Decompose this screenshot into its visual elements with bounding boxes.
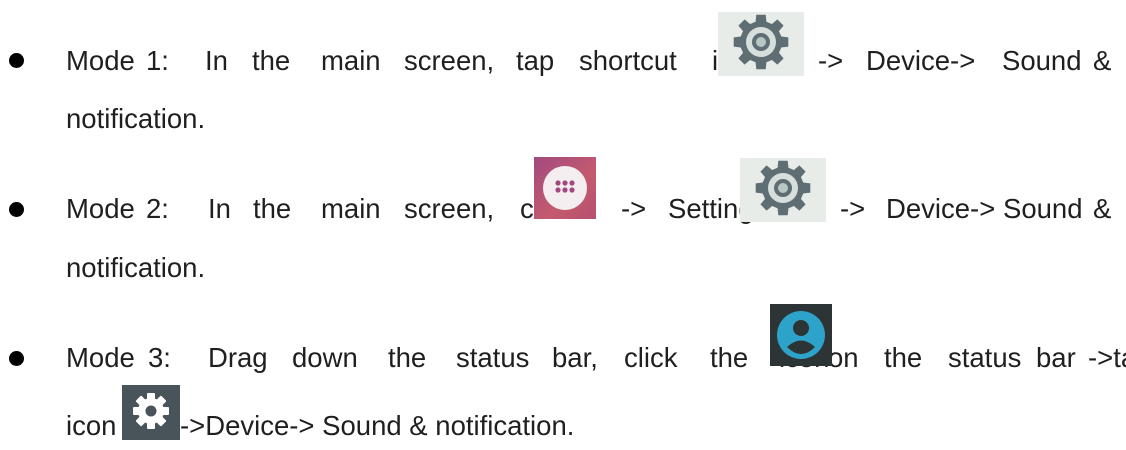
settings-gear-icon[interactable] [122,385,180,440]
word: Device-> [866,45,976,76]
bullet-2 [9,202,24,217]
word: Device-> [886,193,996,224]
word: Drag [208,342,268,373]
item-1-line-2: notification. [66,103,206,134]
word: on [828,342,859,373]
word: 3: [148,342,171,373]
word: status [948,342,1022,373]
word: screen, [404,45,495,76]
word: -> [621,193,647,224]
settings-gear-icon[interactable] [740,158,826,222]
word: & [1093,45,1112,76]
settings-gear-icon[interactable] [718,12,804,76]
word: Mode [66,342,135,373]
word: -> [840,193,866,224]
app-drawer-icon[interactable] [534,157,596,219]
word: screen, [404,193,495,224]
word: Mode [66,193,135,224]
word: 1: [146,45,169,76]
word: bar, [552,342,598,373]
word: the [253,193,292,224]
word: shortcut [579,45,677,76]
word: In [208,193,231,224]
user-account-icon[interactable] [770,304,832,366]
word: In [205,45,228,76]
word: Sound [1003,193,1083,224]
word: -> [818,45,844,76]
word: 2: [146,193,169,224]
item-2-line-2: notification. [66,252,206,283]
word: ->tap [1088,342,1126,373]
bullet-3 [9,351,24,366]
word: the [388,342,427,373]
word: bar [1036,342,1076,373]
word: main [321,45,381,76]
word: down [292,342,358,373]
item-3-line-2-prefix: icon [66,410,117,441]
word: the [710,342,749,373]
item-3-line-2-text: ->Device-> Sound & notification. [180,410,575,441]
word: status [456,342,530,373]
word: & [1093,193,1112,224]
word: the [884,342,923,373]
word: main [321,193,381,224]
word: the [252,45,291,76]
word: Mode [66,45,135,76]
word: click [624,342,678,373]
word: tap [516,45,555,76]
bullet-1 [9,53,24,68]
word: Sound [1002,45,1082,76]
